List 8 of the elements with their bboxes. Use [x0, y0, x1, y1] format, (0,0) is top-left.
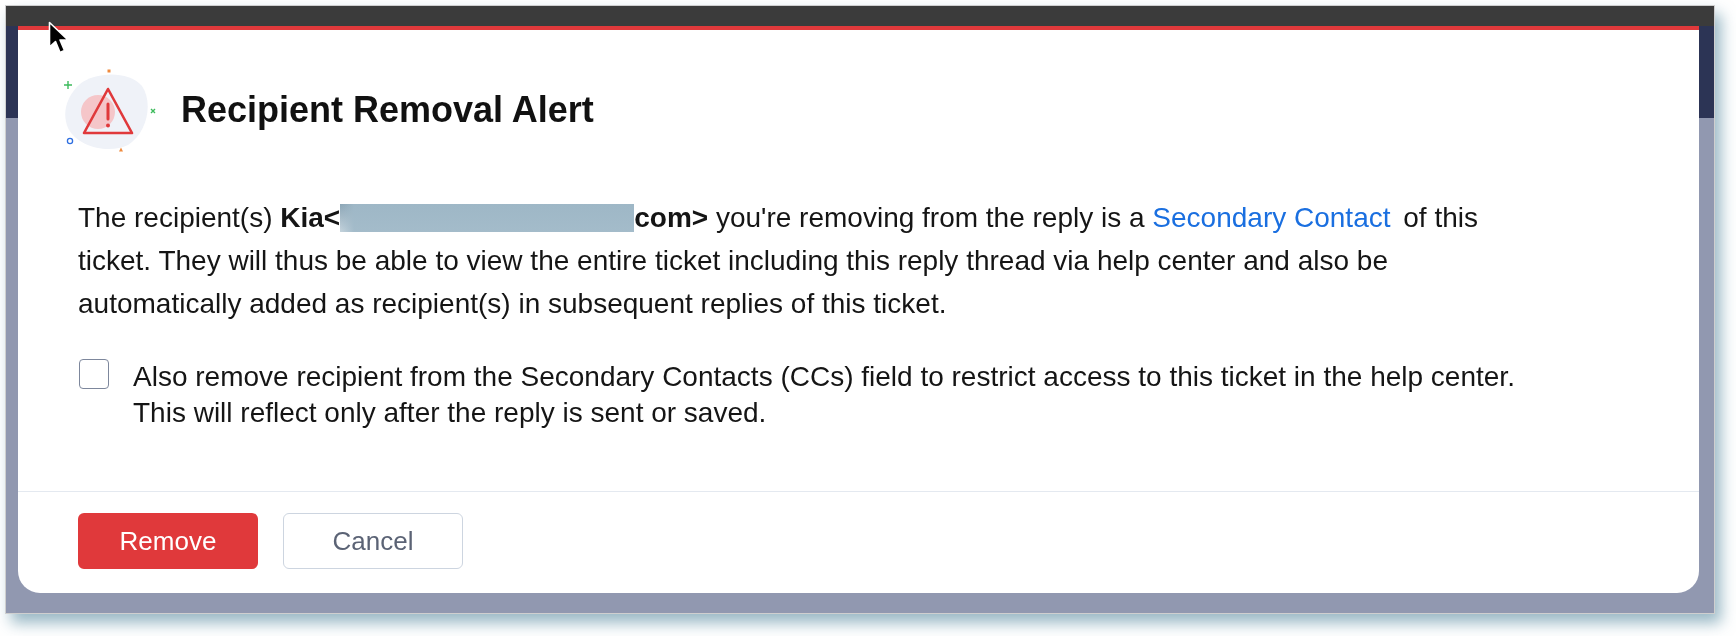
secondary-contact-link[interactable]: Secondary Contact	[1152, 202, 1391, 233]
checkbox-label: Also remove recipient from the Secondary Contacts (CCs) field to restrict access to this ticket in the help center.	[133, 360, 1515, 394]
dialog-title: Recipient Removal Alert	[181, 88, 594, 132]
cancel-button[interactable]: Cancel	[283, 513, 463, 569]
checkbox-note: This will reflect only after the reply is sent or saved.	[133, 396, 768, 430]
alert-message: The recipient(s) Kia< com> you're removing from the reply is a Secondary Contact of this ticket. They will thus be able to view the entire ticket including this reply thread via help center and also be automatically added as recipient(s) in subsequent replies of this ticket.	[78, 201, 1479, 321]
checkbox[interactable]	[79, 359, 109, 389]
remove-button[interactable]: Remove	[78, 513, 258, 569]
